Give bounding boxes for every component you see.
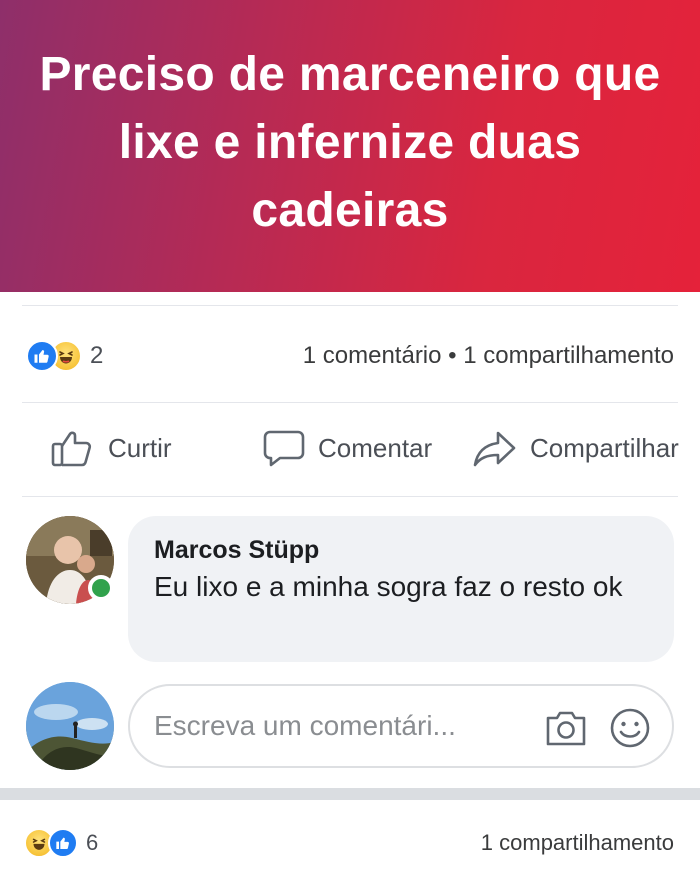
comment-text: Eu lixo e a minha sogra faz o resto ok [154, 571, 623, 602]
current-user-avatar[interactable] [26, 682, 114, 770]
comment-bubble: Marcos Stüpp Eu lixo e a minha sogra faz… [128, 516, 674, 662]
camera-icon[interactable] [544, 708, 588, 753]
next-post-reactions-summary[interactable]: 6 [24, 828, 98, 858]
share-label: Compartilhar [530, 432, 679, 463]
divider [22, 305, 678, 306]
post-image-banner[interactable]: Preciso de marceneiro que lixe e inferni… [0, 0, 700, 292]
emoji-icon[interactable] [608, 706, 652, 755]
comment-input[interactable]: Escreva um comentári... [128, 684, 674, 768]
share-arrow-icon [473, 431, 516, 467]
reactions-summary[interactable]: 2 [26, 340, 103, 372]
reaction-count: 2 [90, 342, 104, 369]
feed-separator [0, 788, 700, 800]
comment-author[interactable]: Marcos Stüpp [154, 534, 648, 566]
post-stats-row: 2 1 comentário • 1 compartilhamento [0, 330, 700, 380]
shares-count[interactable]: 1 compartilhamento [481, 830, 674, 856]
comment-bubble-icon [263, 430, 305, 467]
like-label: Curtir [108, 432, 172, 463]
comments-shares-count[interactable]: 1 comentário • 1 compartilhamento [303, 342, 674, 370]
like-reaction-icon [48, 828, 78, 858]
comment-placeholder: Escreva um comentári... [154, 710, 456, 741]
next-post-stats-row: 6 1 compartilhamento [0, 820, 700, 870]
like-button[interactable]: Curtir [50, 428, 172, 468]
banner-text: Preciso de marceneiro que lixe e inferni… [39, 48, 661, 237]
online-status-indicator [88, 575, 114, 601]
comment-button[interactable]: Comentar [262, 428, 432, 468]
share-button[interactable]: Compartilhar [472, 428, 679, 468]
avatar-photo [26, 682, 114, 770]
divider [22, 496, 678, 497]
comment-label: Comentar [318, 432, 433, 463]
thumbs-up-icon [51, 431, 92, 467]
reaction-count: 6 [86, 830, 99, 855]
post-actions-bar: Curtir Comentar Compartilhar [0, 420, 700, 480]
like-reaction-icon [26, 340, 58, 372]
divider [22, 402, 678, 403]
